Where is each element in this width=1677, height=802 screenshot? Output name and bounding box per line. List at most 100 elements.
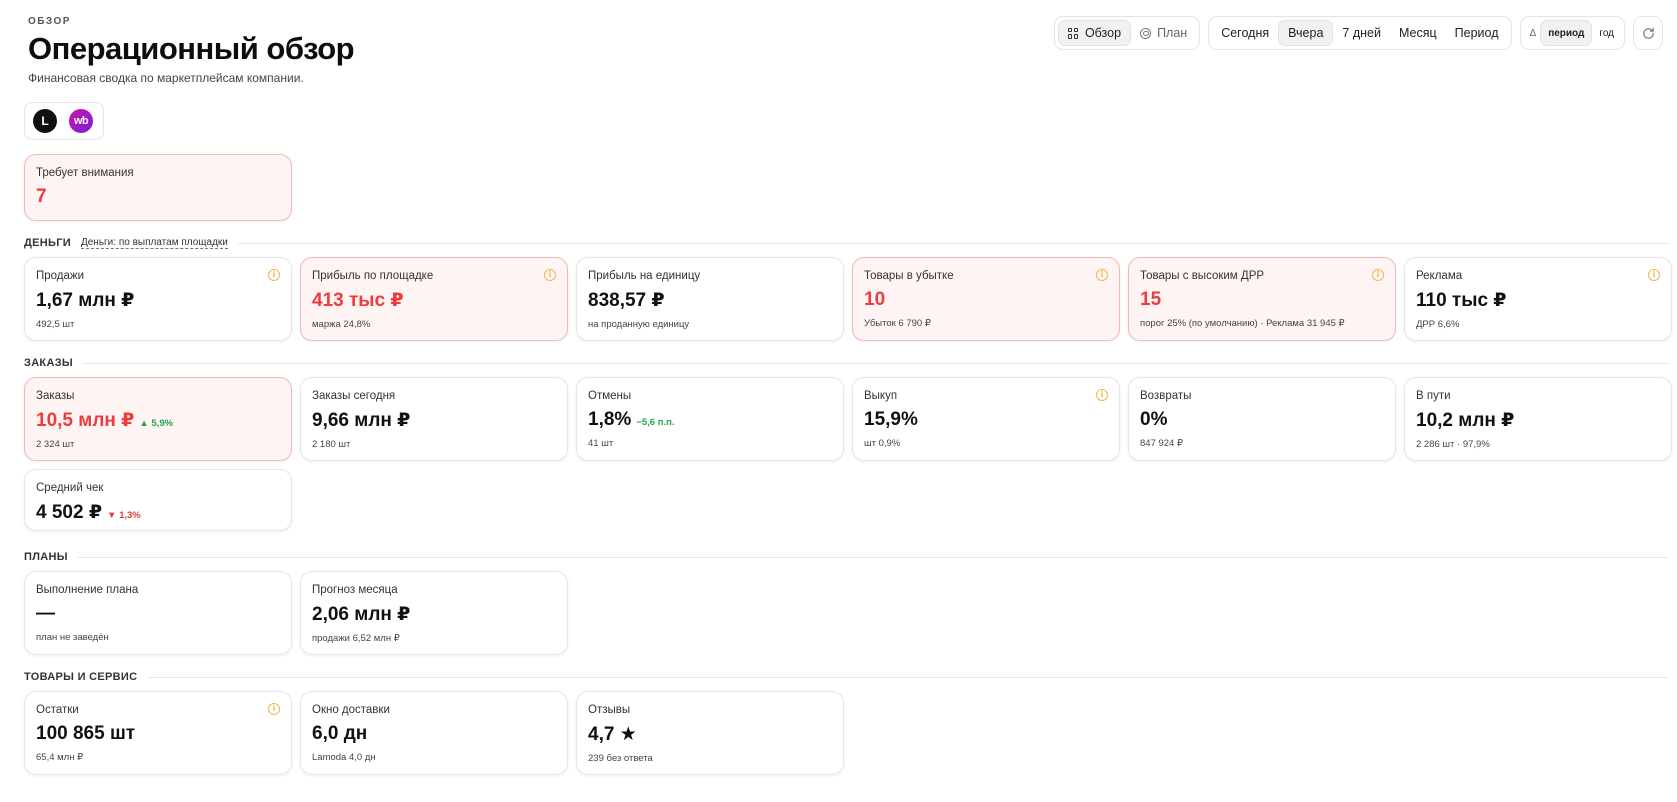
plans-card[interactable]: Выполнение плана — план не заведён — [24, 571, 292, 655]
metric-subtext: ДРР 6,6% — [1416, 319, 1460, 330]
info-icon[interactable]: i — [1096, 269, 1108, 281]
compare-period-button[interactable]: период — [1540, 20, 1593, 46]
money-mode-link[interactable]: Деньги: по выплатам площадки — [80, 237, 228, 249]
section-divider — [237, 242, 1669, 244]
wildberries-logo[interactable]: wb — [69, 109, 93, 133]
orders-card[interactable]: Заказы сегодня 9,66 млн ₽ 2 180 шт — [300, 377, 568, 461]
metric-subtext: 65,4 млн ₽ — [36, 752, 84, 763]
orders-card[interactable]: Выкуп 15,9% шт 0,9% i — [852, 377, 1120, 461]
metric-value: 4 502 ₽ — [36, 502, 103, 523]
view-plan-button[interactable]: План — [1131, 20, 1196, 46]
metric-value-row: 100 865 шт — [36, 723, 280, 745]
metric-value-row: — — [36, 603, 280, 625]
section-money-title: ДЕНЬГИ — [24, 237, 71, 249]
info-icon[interactable]: i — [268, 703, 280, 715]
metric-value-row: 2,06 млн ₽ — [312, 603, 556, 626]
metric-label: Отмены — [588, 390, 632, 402]
metric-value: 1,67 млн ₽ — [36, 290, 135, 311]
attention-label: Требует внимания — [36, 167, 134, 179]
orders-card[interactable]: В пути 10,2 млн ₽ 2 286 шт · 97,9% — [1404, 377, 1672, 461]
page-subtitle: Финансовая сводка по маркетплейсам компа… — [28, 71, 304, 85]
section-divider — [77, 556, 1669, 558]
metric-subtext: Lamoda 4,0 дн — [312, 752, 376, 763]
metric-label: Прогноз месяца — [312, 584, 398, 596]
info-icon[interactable]: i — [1372, 269, 1384, 281]
money-card[interactable]: Товары в убытке 10 Убыток 6 790 ₽ i — [852, 257, 1120, 341]
view-plan-label: План — [1157, 26, 1188, 40]
compare-delta-label: Δ — [1529, 27, 1537, 39]
metric-value-row: 4 502 ₽ ▼ 1,3% — [36, 501, 280, 524]
metric-value: 2,06 млн ₽ — [312, 604, 411, 625]
toolbar: Обзор План Сегодня Вчера 7 дней Месяц Пе… — [1053, 16, 1663, 50]
metric-label: Товары в убытке — [864, 270, 954, 282]
view-overview-label: Обзор — [1084, 26, 1122, 40]
metric-subtext: 41 шт — [588, 438, 614, 449]
money-card[interactable]: Товары с высоким ДРР 15 порог 25% (по умол… — [1128, 257, 1396, 341]
metric-value: 1,8% — [588, 409, 632, 430]
metric-subtext: шт 0,9% — [864, 438, 901, 449]
metric-delta: ▲ 5,9% — [139, 418, 174, 429]
compare-switcher: Δ период год — [1519, 16, 1625, 50]
metric-label: Продажи — [36, 270, 85, 282]
period-7days-button[interactable]: 7 дней — [1333, 20, 1390, 46]
refresh-button[interactable] — [1633, 16, 1663, 50]
plans-card[interactable]: Прогноз месяца 2,06 млн ₽ продажи 6,52 млн… — [300, 571, 568, 655]
attention-card[interactable]: Требует внимания 7 — [24, 154, 292, 221]
metric-subtext: маржа 24,8% — [312, 319, 371, 330]
marketplace-filter: L wb — [24, 102, 104, 140]
metric-value: 9,66 млн ₽ — [312, 410, 411, 431]
info-icon[interactable]: i — [268, 269, 280, 281]
metric-subtext: 2 286 шт · 97,9% — [1416, 439, 1490, 450]
metric-value: 100 865 шт — [36, 723, 136, 744]
page-eyebrow: ОБЗОР — [28, 16, 71, 27]
metric-value: 15 — [1140, 289, 1162, 310]
section-goods: ТОВАРЫ И СЕРВИС — [24, 670, 1669, 684]
metric-value: 110 тыс ₽ — [1416, 290, 1507, 311]
section-plans: ПЛАНЫ — [24, 550, 1669, 564]
money-card[interactable]: Продажи 1,67 млн ₽ 492,5 шт i — [24, 257, 292, 341]
target-icon — [1140, 27, 1152, 39]
money-card[interactable]: Реклама 110 тыс ₽ ДРР 6,6% i — [1404, 257, 1672, 341]
view-overview-button[interactable]: Обзор — [1057, 20, 1132, 46]
metric-label: Прибыль по площадке — [312, 270, 434, 282]
lamoda-logo[interactable]: L — [33, 109, 57, 133]
metric-value-row: 1,8% −5,6 п.п. — [588, 409, 832, 431]
metric-value-row: 15 — [1140, 289, 1384, 311]
orders-card[interactable]: Заказы 10,5 млн ₽ ▲ 5,9% 2 324 шт — [24, 377, 292, 461]
money-card[interactable]: Прибыль по площадке 413 тыс ₽ маржа 24,8% i — [300, 257, 568, 341]
metric-value: — — [36, 603, 55, 624]
metric-value: 4,7 ★ — [588, 724, 637, 745]
metric-value: 10,5 млн ₽ — [36, 410, 135, 431]
section-orders: ЗАКАЗЫ — [24, 356, 1669, 370]
info-icon[interactable]: i — [544, 269, 556, 281]
orders-card[interactable]: Отмены 1,8% −5,6 п.п. 41 шт — [576, 377, 844, 461]
section-divider — [82, 362, 1669, 364]
period-month-button[interactable]: Месяц — [1390, 20, 1446, 46]
orders-card[interactable]: Возвраты 0% 847 924 ₽ — [1128, 377, 1396, 461]
metric-label: Товары с высоким ДРР — [1140, 270, 1265, 282]
metric-value-row: 4,7 ★ — [588, 723, 832, 746]
money-card[interactable]: Прибыль на единицу 838,57 ₽ на проданную е… — [576, 257, 844, 341]
metric-label: Прибыль на единицу — [588, 270, 701, 282]
goods-card[interactable]: Окно доставки 6,0 дн Lamoda 4,0 дн — [300, 691, 568, 775]
info-icon[interactable]: i — [1096, 389, 1108, 401]
attention-value: 7 — [36, 186, 47, 207]
orders-card[interactable]: Средний чек 4 502 ₽ ▼ 1,3% — [24, 469, 292, 531]
goods-card[interactable]: Остатки 100 865 шт 65,4 млн ₽ i — [24, 691, 292, 775]
info-icon[interactable]: i — [1648, 269, 1660, 281]
period-today-button[interactable]: Сегодня — [1212, 20, 1278, 46]
metric-subtext: 2 324 шт — [36, 439, 75, 450]
metric-label: Возвраты — [1140, 390, 1192, 402]
metric-label: Средний чек — [36, 482, 104, 494]
section-money: ДЕНЬГИ Деньги: по выплатам площадки — [24, 236, 1669, 250]
compare-year-button[interactable]: год — [1592, 20, 1621, 46]
metric-value-row: 838,57 ₽ — [588, 289, 832, 312]
section-divider — [147, 676, 1669, 678]
page-header: ОБЗОР Операционный обзор Финансовая свод… — [28, 16, 355, 85]
metric-subtext: 492,5 шт — [36, 319, 75, 330]
period-yesterday-button[interactable]: Вчера — [1278, 20, 1334, 46]
period-switcher: Сегодня Вчера 7 дней Месяц Период — [1208, 16, 1512, 50]
goods-card[interactable]: Отзывы 4,7 ★ 239 без ответа — [576, 691, 844, 775]
period-custom-button[interactable]: Период — [1446, 20, 1508, 46]
metric-label: В пути — [1416, 390, 1451, 402]
